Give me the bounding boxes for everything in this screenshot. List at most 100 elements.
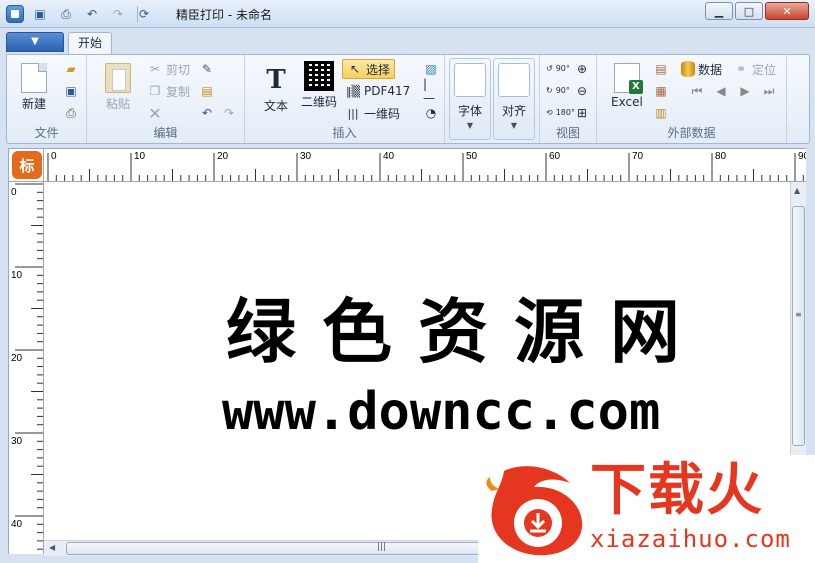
text-button[interactable]: T 文本 xyxy=(263,65,289,114)
group-label-file: 文件 xyxy=(34,126,59,140)
zoom-out-icon[interactable]: ⊖ xyxy=(574,83,590,99)
maximize-button[interactable]: □ xyxy=(735,2,763,20)
app-icon[interactable] xyxy=(6,5,24,23)
ruler-label: 50 xyxy=(466,151,478,162)
excel-icon xyxy=(613,63,643,94)
barcode-button[interactable]: ||| 一维码 xyxy=(345,104,400,122)
qrcode-button[interactable]: 二维码 xyxy=(301,61,337,110)
vertical-scroll-thumb[interactable] xyxy=(792,206,805,446)
ruler-label: 10 xyxy=(11,270,23,281)
rotate-left-icon: ↺ xyxy=(546,63,553,73)
rotate-left-button[interactable]: ↺ 90° xyxy=(546,59,570,77)
chevron-down-icon: ▼ xyxy=(510,121,518,130)
ruler-label: 0 xyxy=(11,187,17,198)
group-label-edit: 编辑 xyxy=(153,126,178,140)
format-painter-icon[interactable]: ✎ xyxy=(199,61,215,77)
cut-button[interactable]: ✂ 剪切 xyxy=(147,60,190,78)
properties-icon[interactable]: ▤ xyxy=(199,83,215,99)
locate-button[interactable]: ⚭ 定位 xyxy=(733,60,776,78)
redo-icon[interactable]: ↷ xyxy=(108,5,128,23)
group-label-external-data: 外部数据 xyxy=(667,126,716,140)
redo-icon[interactable]: ↷ xyxy=(221,105,237,121)
pointer-icon: ↖ xyxy=(349,62,361,76)
undo-icon[interactable]: ↶ xyxy=(199,105,215,121)
first-record-icon[interactable]: ⏮ xyxy=(689,83,705,99)
print-icon[interactable]: ⎙ xyxy=(56,5,76,23)
ruler-corner: 标 xyxy=(8,148,44,182)
app-menu-button[interactable]: ▼ xyxy=(6,32,64,52)
ruler-label: 20 xyxy=(11,353,23,364)
label-badge-icon[interactable]: 标 xyxy=(12,151,42,179)
barcode-icon: ||| xyxy=(347,106,359,120)
next-record-icon[interactable]: ▶ xyxy=(737,83,753,99)
ribbon: 新建 ▰ ▣ ⎙ 文件 粘贴 ✂ 剪切 ❐ 复制 ✕ ✎ ▤ ↶ ↷ 编辑 T xyxy=(6,54,810,144)
title-separator xyxy=(137,6,138,22)
select-button[interactable]: ↖ 选择 xyxy=(342,59,396,79)
rotate-right-button[interactable]: ↻ 90° xyxy=(546,81,570,99)
last-record-icon[interactable]: ⏭ xyxy=(761,83,777,99)
line-icon[interactable]: |— xyxy=(423,77,439,105)
flame-logo-icon xyxy=(486,466,583,556)
tab-home[interactable]: 开始 xyxy=(68,32,112,55)
text-t-icon: T xyxy=(266,65,286,95)
ruler-label: 90 xyxy=(798,151,806,162)
minimize-button[interactable]: ▁ xyxy=(705,2,733,20)
new-button[interactable]: 新建 xyxy=(21,63,47,112)
data-button[interactable]: 数据 xyxy=(681,60,722,78)
print-icon[interactable]: ⎙ xyxy=(63,105,79,121)
watermark-brand: 下载火 xyxy=(590,458,764,523)
quick-access-toolbar: ▣ ⎙ ↶ ↷ ⟳ xyxy=(30,5,154,23)
vertical-ruler: 0 10 20 30 40 xyxy=(8,182,44,554)
rotate-180-icon: ⟲ xyxy=(546,107,553,117)
scroll-left-icon[interactable]: ◀ xyxy=(49,543,55,552)
copy-icon: ❐ xyxy=(149,84,161,98)
font-preview-box xyxy=(454,63,486,97)
copy-button[interactable]: ❐ 复制 xyxy=(147,82,190,100)
ribbon-tab-row: ▼ 开始 xyxy=(0,28,815,55)
open-folder-icon[interactable]: ▰ xyxy=(63,61,79,77)
copy-db-icon[interactable]: ▦ xyxy=(653,83,669,99)
binoculars-icon: ⚭ xyxy=(735,62,747,76)
text-db-icon[interactable]: ▤ xyxy=(653,61,669,77)
save-icon[interactable]: ▣ xyxy=(63,83,79,99)
chevron-down-icon: ▼ xyxy=(466,121,474,130)
qrcode-icon xyxy=(304,61,334,91)
delete-x-icon: ✕ xyxy=(148,103,162,123)
delete-button[interactable]: ✕ xyxy=(147,103,163,123)
prev-record-icon[interactable]: ◀ xyxy=(713,83,729,99)
database-icon xyxy=(681,61,695,77)
group-view: ↺ 90° ↻ 90° ⟲ 180° ⊕ ⊖ ⊞ 视图 xyxy=(539,55,597,143)
fit-view-icon[interactable]: ⊞ xyxy=(574,105,590,121)
align-preview-box xyxy=(498,63,530,97)
save-icon[interactable]: ▣ xyxy=(30,5,50,23)
shape-icon[interactable]: ◔ xyxy=(423,105,439,121)
font-dropdown[interactable]: 字体 ▼ xyxy=(449,58,491,140)
ruler-label: 20 xyxy=(217,151,229,162)
label-text-url[interactable]: www.downcc.com xyxy=(222,382,660,442)
ruler-label: 70 xyxy=(632,151,644,162)
clipboard-icon xyxy=(105,63,131,93)
ruler-label: 60 xyxy=(549,151,561,162)
table-db-icon[interactable]: ▥ xyxy=(653,105,669,121)
pdf417-button[interactable]: ‖▒ PDF417 xyxy=(345,82,410,100)
grip-icon: ||| xyxy=(377,542,387,552)
paste-button[interactable]: 粘贴 xyxy=(105,63,131,112)
label-text-title[interactable]: 绿色资源网 xyxy=(226,294,706,370)
ruler-label: 30 xyxy=(300,151,312,162)
scissors-icon: ✂ xyxy=(149,62,161,76)
image-icon[interactable]: ▨ xyxy=(423,61,439,77)
group-file: 新建 ▰ ▣ ⎙ 文件 xyxy=(7,55,87,143)
group-label-insert: 插入 xyxy=(332,126,357,140)
watermark-logo: 下载火 xiazaihuo.com xyxy=(478,455,815,563)
scroll-up-icon[interactable]: ▲ xyxy=(794,186,800,195)
undo-icon[interactable]: ↶ xyxy=(82,5,102,23)
ruler-label: 10 xyxy=(134,151,146,162)
rotate-180-button[interactable]: ⟲ 180° xyxy=(546,103,575,121)
zoom-in-icon[interactable]: ⊕ xyxy=(574,61,590,77)
align-dropdown[interactable]: 对齐 ▼ xyxy=(493,58,535,140)
excel-button[interactable]: Excel xyxy=(611,63,643,109)
window-title: 精臣打印 - 未命名 xyxy=(176,8,272,22)
close-button[interactable]: ✕ xyxy=(765,2,809,20)
new-document-icon xyxy=(21,63,47,93)
window-controls: ▁ □ ✕ xyxy=(705,2,809,20)
